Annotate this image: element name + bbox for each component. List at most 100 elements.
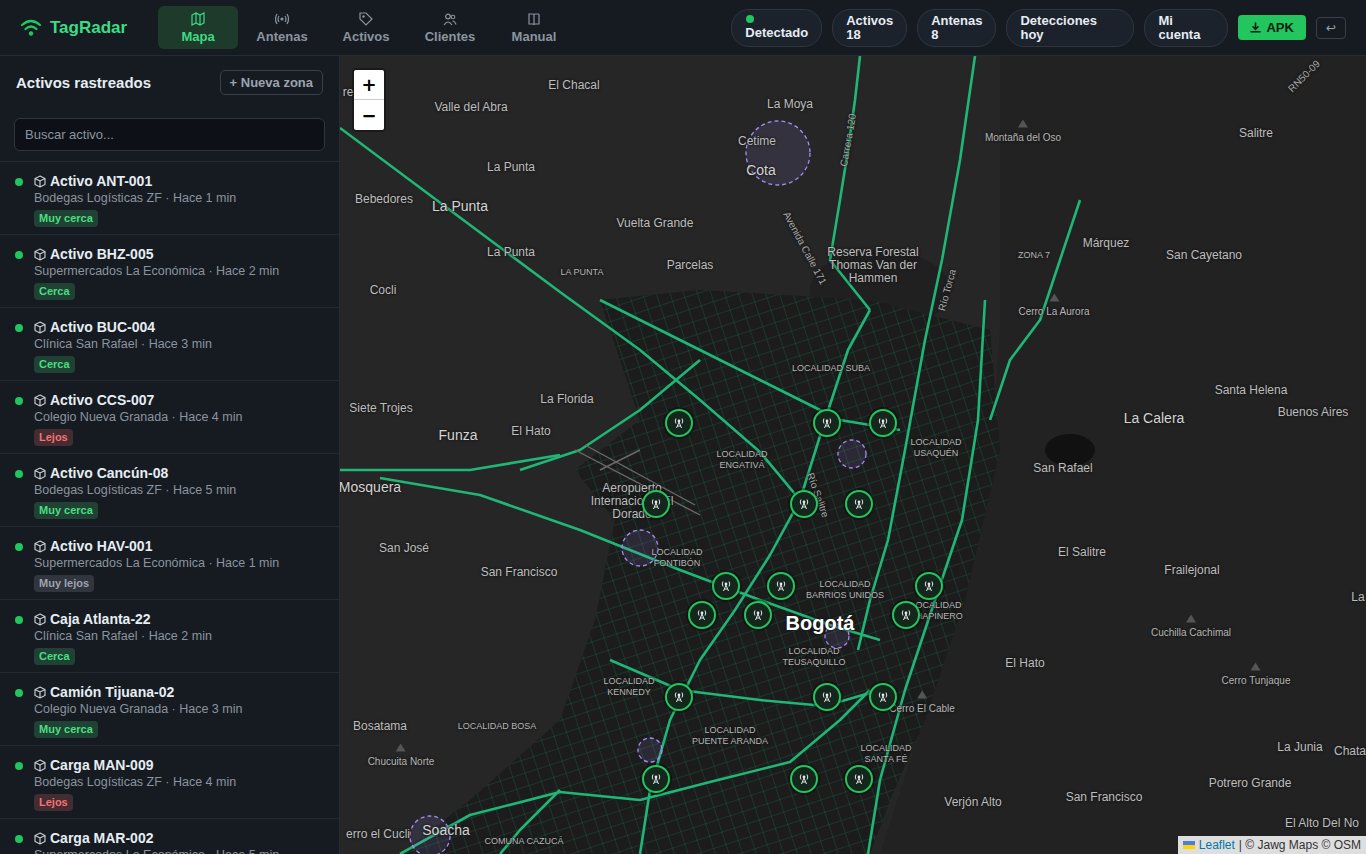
stat-pill: Detecciones hoy: [1006, 9, 1134, 47]
proximity-badge: Cerca: [34, 283, 75, 300]
asset-item[interactable]: Carga MAR-002 Supermercados La Económica…: [0, 819, 339, 854]
asset-detail: Bodegas Logísticas ZF · Hace 4 min: [34, 774, 236, 790]
antenna-marker[interactable]: [915, 572, 943, 600]
app: TagRadar Mapa Antenas Activos Clientes M…: [0, 0, 1366, 854]
flag-icon: [1183, 841, 1195, 849]
nav-tab[interactable]: Clientes: [410, 6, 490, 49]
map-label: La Punta: [487, 161, 535, 174]
leaflet-link[interactable]: Leaflet: [1199, 837, 1235, 853]
antenna-icon: [720, 580, 732, 592]
antenna-icon: [798, 773, 810, 785]
antenna-icon: [821, 691, 833, 703]
asset-name: Activo BHZ-005: [50, 245, 153, 263]
asset-name: Activo ANT-001: [50, 172, 152, 190]
map-label: ZONA 7: [1018, 250, 1050, 261]
main: Activos rastreados + Nueva zona Activo A…: [0, 56, 1366, 854]
map-label: LOCALIDAD USAQUÉN: [901, 437, 971, 459]
antenna-marker[interactable]: [688, 601, 716, 629]
map-label: Cerro La Aurora: [1018, 305, 1089, 318]
antenna-marker[interactable]: [767, 572, 795, 600]
map[interactable]: reValle del AbraEl ChacalLa MoyaCetimeCo…: [340, 56, 1366, 854]
nav-tab[interactable]: Mapa: [158, 6, 238, 49]
package-icon: [34, 540, 46, 553]
map-label: COMUNA CAZUCÁ: [484, 836, 563, 847]
antenna-icon: [821, 417, 833, 429]
map-label: LOCALIDAD TEUSAQUILLO: [774, 646, 854, 668]
nav-tab[interactable]: Activos: [326, 6, 406, 49]
map-label: Márquez: [1083, 237, 1130, 250]
asset-detail: Supermercados La Económica · Hace 5 min: [34, 847, 279, 854]
map-label: Funza: [439, 427, 478, 443]
proximity-badge: Muy cerca: [34, 502, 98, 519]
map-label: LOCALIDAD BARRIOS UNIDOS: [800, 579, 890, 601]
users-icon: [443, 12, 457, 26]
map-label: San Francisco: [481, 566, 558, 579]
antenna-icon: [650, 498, 662, 510]
antenna-marker[interactable]: [813, 683, 841, 711]
map-label: La Florida: [540, 393, 593, 406]
asset-item[interactable]: Camión Tijuana-02 Colegio Nueva Granada …: [0, 673, 339, 746]
logout-button[interactable]: ↩: [1316, 17, 1346, 39]
antenna-marker[interactable]: [642, 490, 670, 518]
asset-item[interactable]: Activo ANT-001 Bodegas Logísticas ZF · H…: [0, 162, 339, 235]
asset-item[interactable]: Activo BUC-004 Clínica San Rafael · Hace…: [0, 308, 339, 381]
map-label: Cota: [746, 162, 776, 178]
package-icon: [34, 686, 46, 699]
nav-tab[interactable]: Antenas: [242, 6, 322, 49]
account-button[interactable]: Mi cuenta: [1144, 9, 1228, 47]
map-icon: [191, 12, 205, 26]
online-dot: [15, 689, 23, 697]
new-zone-button[interactable]: + Nueva zona: [220, 70, 323, 95]
zoom-in-button[interactable]: +: [354, 70, 384, 100]
map-label: LOCALIDAD KENNEDY: [594, 676, 664, 698]
antenna-marker[interactable]: [712, 572, 740, 600]
zoom-control: + −: [352, 68, 386, 132]
asset-item[interactable]: Carga MAN-009 Bodegas Logísticas ZF · Ha…: [0, 746, 339, 819]
asset-item[interactable]: Activo Cancún-08 Bodegas Logísticas ZF ·…: [0, 454, 339, 527]
antenna-marker[interactable]: [744, 601, 772, 629]
antenna-marker[interactable]: [845, 490, 873, 518]
asset-name: Activo Cancún-08: [50, 464, 168, 482]
app-name: TagRadar: [50, 18, 127, 38]
map-label: Verjón Alto: [944, 796, 1001, 809]
nav-tab[interactable]: Manual: [494, 6, 574, 49]
antenna-marker[interactable]: [869, 683, 897, 711]
asset-item[interactable]: Caja Atlanta-22 Clínica San Rafael · Hac…: [0, 600, 339, 673]
antenna-icon: [752, 609, 764, 621]
antenna-marker[interactable]: [665, 683, 693, 711]
asset-name: Caja Atlanta-22: [50, 610, 151, 628]
antenna-icon: [853, 498, 865, 510]
map-label: LOCALIDAD FONTIBÓN: [642, 547, 712, 569]
map-label: Chucuita Norte: [368, 755, 435, 768]
logo[interactable]: TagRadar: [20, 18, 158, 38]
asset-item[interactable]: Activo BHZ-005 Supermercados La Económic…: [0, 235, 339, 308]
asset-list: Activo ANT-001 Bodegas Logísticas ZF · H…: [0, 161, 339, 854]
asset-item[interactable]: Activo CCS-007 Colegio Nueva Granada · H…: [0, 381, 339, 454]
antenna-icon: [877, 417, 889, 429]
antenna-icon: [673, 417, 685, 429]
antenna-marker[interactable]: [790, 765, 818, 793]
antenna-marker[interactable]: [869, 409, 897, 437]
search-input[interactable]: [14, 118, 325, 151]
antenna-marker[interactable]: [845, 765, 873, 793]
zoom-out-button[interactable]: −: [354, 100, 384, 130]
asset-item[interactable]: Activo HAV-001 Supermercados La Económic…: [0, 527, 339, 600]
antenna-marker[interactable]: [642, 765, 670, 793]
map-label: Buenos Aires: [1278, 406, 1349, 419]
package-icon: [34, 832, 46, 845]
map-label: La Punta: [432, 198, 488, 214]
apk-button[interactable]: APK: [1238, 15, 1305, 40]
antenna-marker[interactable]: [665, 409, 693, 437]
asset-detail: Supermercados La Económica · Hace 2 min: [34, 263, 279, 279]
map-label: Cerro El Cable: [889, 702, 955, 715]
online-dot: [15, 251, 23, 259]
antenna-marker[interactable]: [813, 409, 841, 437]
antenna-marker[interactable]: [790, 490, 818, 518]
package-icon: [34, 248, 46, 261]
map-label: Siete Trojes: [349, 402, 412, 415]
antenna-marker[interactable]: [892, 601, 920, 629]
map-label: Salitre: [1239, 127, 1273, 140]
asset-detail: Colegio Nueva Granada · Hace 3 min: [34, 701, 242, 717]
asset-detail: Clínica San Rafael · Hace 3 min: [34, 336, 212, 352]
asset-detail: Bodegas Logísticas ZF · Hace 5 min: [34, 482, 236, 498]
